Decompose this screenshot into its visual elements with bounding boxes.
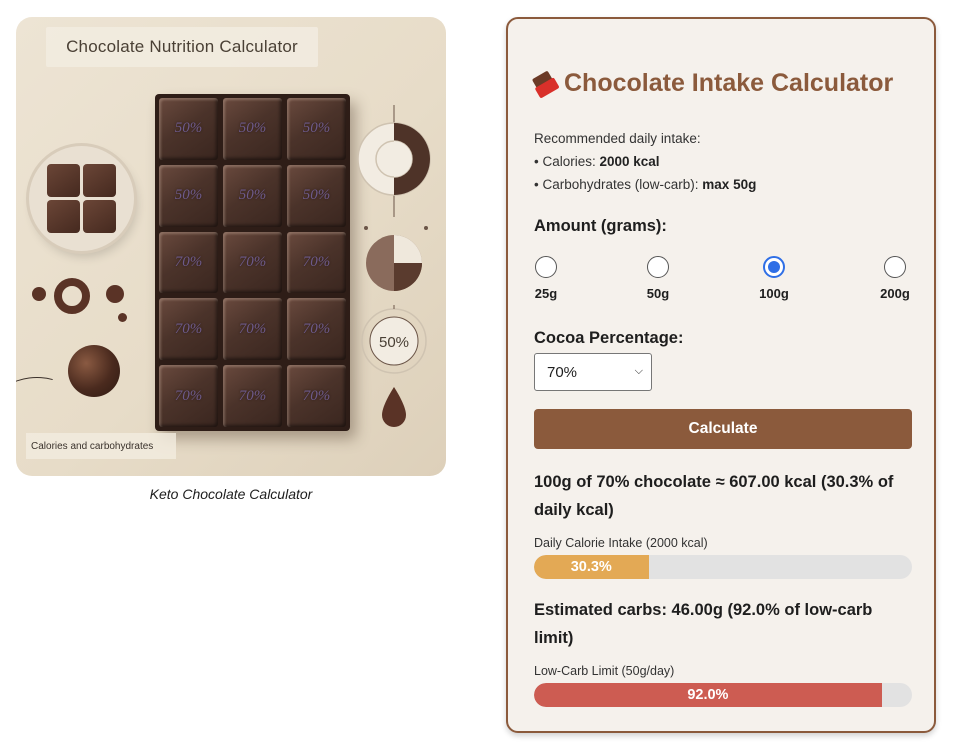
cocoa-selected-value: 70%	[547, 363, 578, 381]
recommended-calories: • Calories: 2000 kcal	[534, 154, 660, 169]
bar-square: 50%	[223, 98, 282, 160]
chocolate-plate	[29, 146, 134, 251]
bar-square: 70%	[223, 298, 282, 361]
chocolate-dot	[32, 287, 46, 301]
chocolate-bar: 50% 50% 50% 50% 50% 50% 70% 70% 70% 70% …	[155, 94, 350, 431]
gauge-label: 50%	[379, 334, 409, 351]
radio-100g[interactable]	[763, 256, 785, 278]
bar-square-label: 50%	[302, 187, 331, 204]
carbs-progress-bar: 92.0%	[534, 683, 912, 707]
chevron-down-icon: ⌵	[634, 365, 643, 377]
calculator-title-text: Chocolate Intake Calculator	[564, 69, 894, 97]
amount-option-200g[interactable]: 200g	[865, 256, 925, 301]
chocolate-dot	[118, 313, 127, 322]
bar-square-label: 70%	[174, 320, 203, 337]
kcal-bar-label: Daily Calorie Intake (2000 kcal)	[534, 536, 708, 550]
chocolate-truffle	[68, 345, 120, 397]
cocoa-select[interactable]: 70% ⌵	[534, 353, 652, 391]
bar-square: 50%	[159, 98, 218, 160]
chocolate-illustration: Chocolate Nutrition Calculator 50% 50% 5…	[16, 17, 446, 476]
amount-option-25g[interactable]: 25g	[516, 256, 576, 301]
chocolate-dot	[106, 285, 124, 303]
carbs-result: Estimated carbs: 46.00g (92.0% of low-ca…	[534, 601, 873, 647]
bar-square: 70%	[159, 231, 218, 294]
amount-label: Amount (grams):	[534, 217, 667, 235]
bar-square-label: 50%	[174, 120, 203, 137]
kcal-progress-bar: 30.3%	[534, 555, 912, 579]
carbs-progress-fill: 92.0%	[534, 683, 882, 707]
chocolate-bar-icon	[530, 68, 562, 99]
calculate-button[interactable]: Calculate	[534, 409, 912, 449]
kcal-progress-fill: 30.3%	[534, 555, 649, 579]
bar-square: 50%	[287, 164, 346, 227]
carbs-bar-label: Low-Carb Limit (50g/day)	[534, 664, 675, 678]
kcal-result: 100g of 70% chocolate ≈ 607.00 kcal (30.…	[534, 473, 894, 519]
bar-square-label: 70%	[238, 253, 267, 270]
bar-square-label: 70%	[302, 320, 331, 337]
bar-square-label: 70%	[174, 253, 203, 270]
calories-prefix: • Calories:	[534, 154, 600, 169]
pie-chart-icons: 50%	[357, 105, 431, 427]
radio-label: 50g	[646, 286, 670, 301]
amount-option-100g[interactable]: 100g	[744, 256, 804, 301]
bar-square: 70%	[223, 231, 282, 294]
carbs-value: max 50g	[702, 177, 757, 192]
calculator-title: Chocolate Intake Calculator	[531, 69, 894, 99]
calculator-panel: Chocolate Intake Calculator Recommended …	[506, 17, 936, 733]
chocolate-donut	[54, 278, 90, 314]
radio-label: 100g	[759, 286, 789, 301]
recommended-carbs: • Carbohydrates (low-carb): max 50g	[534, 177, 756, 192]
radio-50g[interactable]	[647, 256, 669, 278]
bar-square-label: 70%	[302, 253, 331, 270]
amount-option-50g[interactable]: 50g	[628, 256, 688, 301]
bar-square: 70%	[159, 365, 218, 427]
bar-square-label: 70%	[302, 387, 331, 404]
bar-square: 70%	[287, 365, 346, 427]
radio-25g[interactable]	[535, 256, 557, 278]
bar-square: 50%	[223, 164, 282, 227]
kcal-percent-text: 30.3%	[570, 559, 612, 575]
amount-radio-group: 25g 50g 100g 200g	[534, 256, 912, 306]
radio-200g[interactable]	[884, 256, 906, 278]
bar-square-label: 70%	[238, 387, 267, 404]
bar-square: 70%	[287, 231, 346, 294]
radio-label: 200g	[880, 286, 910, 301]
bar-square: 70%	[159, 298, 218, 361]
bar-square-label: 70%	[174, 387, 203, 404]
bar-square-label: 50%	[302, 120, 331, 137]
recommended-heading: Recommended daily intake:	[534, 131, 701, 146]
cocoa-label: Cocoa Percentage:	[534, 329, 684, 347]
bar-square: 70%	[287, 298, 346, 361]
illustration-title: Chocolate Nutrition Calculator	[46, 27, 318, 67]
illustration-footer: Calories and carbohydrates	[26, 433, 176, 459]
bar-square: 70%	[223, 365, 282, 427]
bar-square-label: 70%	[238, 320, 267, 337]
bar-square: 50%	[287, 98, 346, 160]
calories-value: 2000 kcal	[599, 154, 660, 169]
bar-square-label: 50%	[238, 120, 267, 137]
bar-square-label: 50%	[238, 187, 267, 204]
carbs-prefix: • Carbohydrates (low-carb):	[534, 177, 703, 192]
carbs-percent-text: 92.0%	[687, 687, 729, 703]
bar-square: 50%	[159, 164, 218, 227]
bar-square-label: 50%	[174, 187, 203, 204]
radio-label: 25g	[534, 286, 558, 301]
image-caption: Keto Chocolate Calculator	[149, 486, 313, 502]
